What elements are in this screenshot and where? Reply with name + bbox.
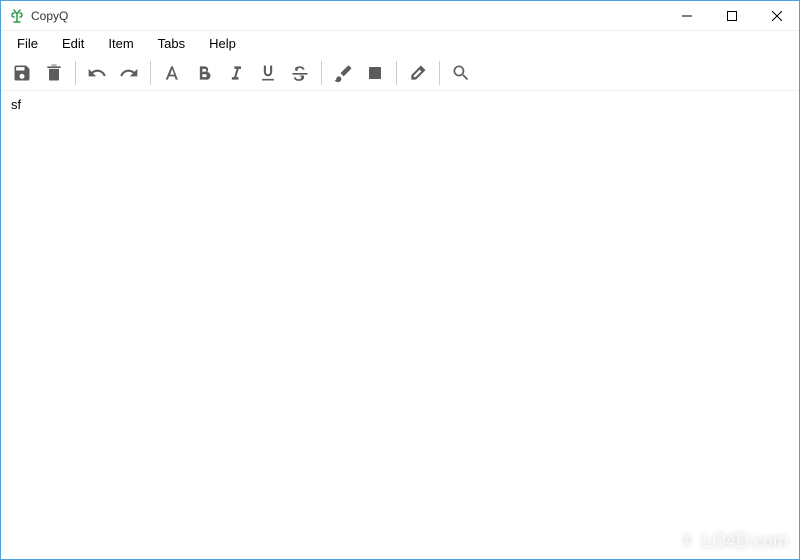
trash-icon — [44, 63, 64, 83]
italic-icon — [226, 63, 246, 83]
menu-help[interactable]: Help — [197, 34, 248, 53]
brush-icon — [333, 63, 353, 83]
content-text: sf — [11, 97, 21, 112]
minimize-button[interactable] — [664, 1, 709, 30]
toolbar-divider — [396, 61, 397, 85]
maximize-button[interactable] — [709, 1, 754, 30]
strikethrough-icon — [290, 63, 310, 83]
toolbar-divider — [150, 61, 151, 85]
menu-item[interactable]: Item — [96, 34, 145, 53]
strikethrough-button[interactable] — [285, 58, 315, 88]
toolbar-divider — [439, 61, 440, 85]
app-title: CopyQ — [31, 9, 68, 23]
undo-button[interactable] — [82, 58, 112, 88]
save-button[interactable] — [7, 58, 37, 88]
toolbar-divider — [321, 61, 322, 85]
titlebar: CopyQ — [1, 1, 799, 31]
square-icon — [366, 64, 384, 82]
content-area[interactable]: sf — [1, 91, 799, 559]
bold-button[interactable] — [189, 58, 219, 88]
redo-button[interactable] — [114, 58, 144, 88]
bold-icon — [194, 63, 214, 83]
menu-tabs[interactable]: Tabs — [146, 34, 197, 53]
erase-button[interactable] — [403, 58, 433, 88]
menubar: File Edit Item Tabs Help — [1, 31, 799, 55]
underline-icon — [258, 63, 278, 83]
undo-icon — [87, 63, 107, 83]
foreground-button[interactable] — [328, 58, 358, 88]
menu-edit[interactable]: Edit — [50, 34, 96, 53]
titlebar-left: CopyQ — [9, 8, 68, 24]
eraser-icon — [408, 63, 428, 83]
toolbar-divider — [75, 61, 76, 85]
window-frame: CopyQ File Edit Item Tabs Help — [0, 0, 800, 560]
window-controls — [664, 1, 799, 30]
menu-file[interactable]: File — [5, 34, 50, 53]
underline-button[interactable] — [253, 58, 283, 88]
font-icon — [162, 63, 182, 83]
background-button[interactable] — [360, 58, 390, 88]
redo-icon — [119, 63, 139, 83]
save-icon — [12, 63, 32, 83]
font-button[interactable] — [157, 58, 187, 88]
delete-button[interactable] — [39, 58, 69, 88]
app-icon — [9, 8, 25, 24]
close-button[interactable] — [754, 1, 799, 30]
search-button[interactable] — [446, 58, 476, 88]
toolbar — [1, 55, 799, 91]
search-icon — [451, 63, 471, 83]
italic-button[interactable] — [221, 58, 251, 88]
